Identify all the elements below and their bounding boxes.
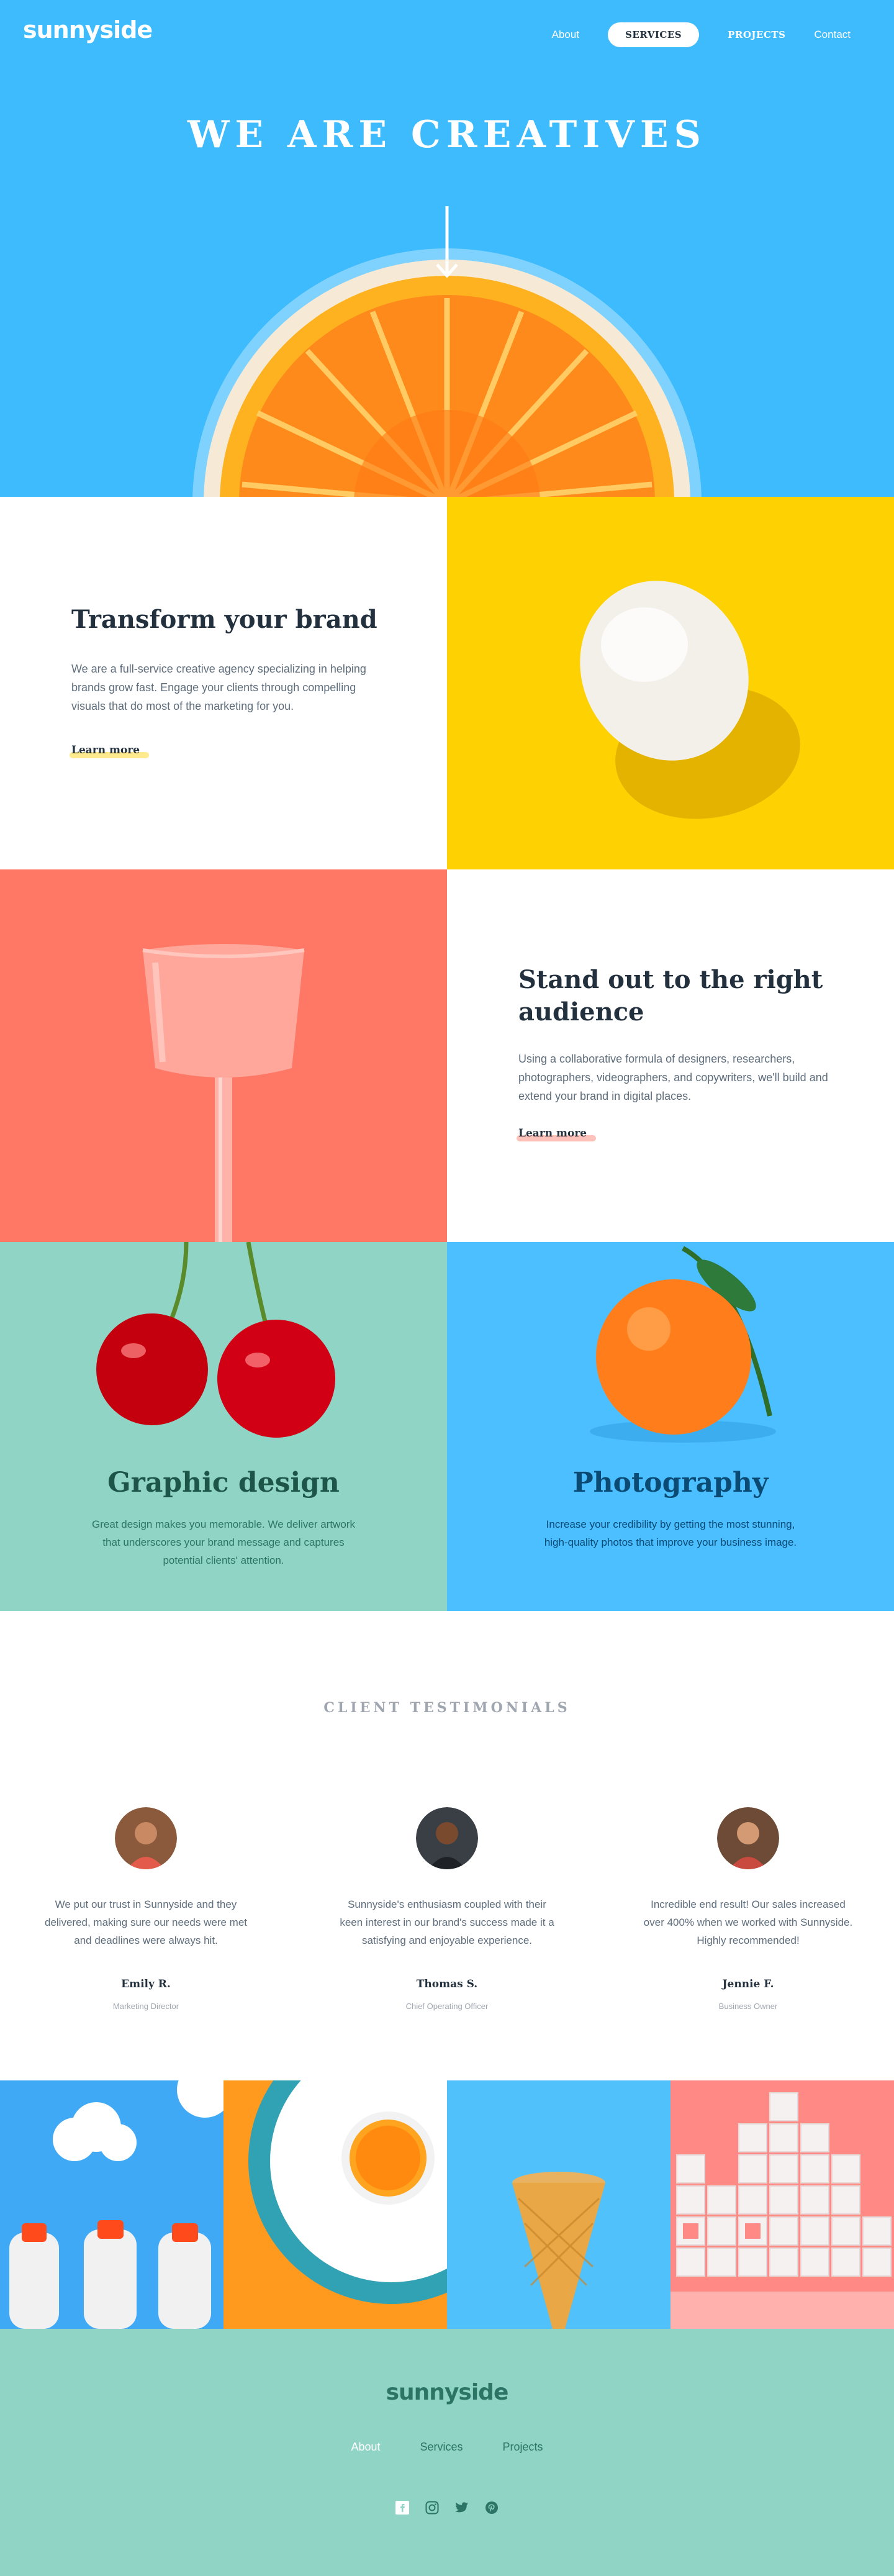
footer-logo[interactable]: sunnyside — [0, 2380, 894, 2405]
photography-card: Photography Increase your credibility by… — [447, 1242, 894, 1615]
photography-title: Photography — [572, 1467, 769, 1499]
gallery-sugar-cubes-image — [670, 2080, 894, 2329]
gallery — [0, 2080, 894, 2329]
learn-more-link[interactable]: Learn more — [71, 744, 140, 756]
testimonial-text: We put our trust in Sunnyside and they d… — [45, 1898, 247, 1946]
man-avatar-icon — [416, 1807, 478, 1869]
nav-link-contact[interactable]: Contact — [814, 29, 851, 41]
testimonial-card: Incredible end result! Our sales increas… — [639, 1807, 857, 2011]
footer-link-about[interactable]: About — [351, 2441, 380, 2454]
testimonial-name: Emily R. — [121, 1978, 171, 1990]
egg-image — [447, 497, 894, 869]
transform-brand-title: Transform your brand — [71, 605, 377, 634]
testimonial-name: Jennie F. — [722, 1978, 774, 1990]
footer-link-projects[interactable]: Projects — [503, 2441, 543, 2454]
stand-out-title: Stand out to the right audience — [518, 965, 823, 1027]
testimonial-role: Marketing Director — [112, 2002, 179, 2011]
testimonial-text: Incredible end result! Our sales increas… — [643, 1898, 853, 1946]
hero-title: WE ARE CREATIVES — [187, 113, 707, 156]
testimonial-card: Sunnyside's enthusiasm coupled with thei… — [338, 1807, 556, 2011]
social-links — [0, 2500, 894, 2515]
graphic-design-card: Graphic design Great design makes you me… — [0, 1242, 447, 1615]
twitter-icon[interactable] — [454, 2500, 469, 2515]
testimonial-card: We put our trust in Sunnyside and they d… — [37, 1807, 255, 2011]
glass-image — [0, 869, 447, 1242]
woman-avatar-icon — [115, 1807, 177, 1869]
graphic-design-text: Great design makes you memorable. We del… — [92, 1518, 355, 1566]
stand-out-text: Using a collaborative formula of designe… — [518, 1053, 828, 1102]
facebook-icon[interactable] — [395, 2500, 410, 2515]
nav-link-projects[interactable]: PROJECTS — [728, 29, 785, 40]
stand-out-section: Stand out to the right audience Using a … — [447, 869, 894, 1242]
nav-link-services[interactable]: SERVICES — [608, 22, 700, 47]
testimonial-text: Sunnyside's enthusiasm coupled with thei… — [340, 1898, 554, 1946]
gallery-ice-cream-cone-image — [447, 2080, 670, 2329]
transform-brand-text: We are a full-service creative agency sp… — [71, 663, 366, 712]
header-logo[interactable]: sunnyside — [23, 16, 153, 43]
testimonial-role: Chief Operating Officer — [405, 2002, 489, 2011]
hero-section: sunnyside About SERVICES PROJECTS Contac… — [0, 0, 894, 497]
photography-text: Increase your credibility by getting the… — [544, 1518, 797, 1548]
footer: sunnyside About Services Projects — [0, 2329, 894, 2576]
main-nav: About SERVICES PROJECTS Contact — [523, 22, 851, 47]
footer-nav: About Services Projects — [0, 2441, 894, 2454]
page: sunnyside About SERVICES PROJECTS Contac… — [0, 0, 894, 2576]
gallery-milk-bottles-image — [0, 2080, 224, 2329]
pinterest-icon[interactable] — [484, 2500, 499, 2515]
woman-avatar-icon — [717, 1807, 779, 1869]
footer-link-services[interactable]: Services — [420, 2441, 463, 2454]
testimonials-section: CLIENT TESTIMONIALS We put our trust in … — [0, 1611, 894, 2080]
testimonials-heading: CLIENT TESTIMONIALS — [323, 1700, 571, 1716]
gallery-orange-plate-image — [224, 2080, 447, 2329]
testimonial-name: Thomas S. — [416, 1978, 478, 1990]
instagram-icon[interactable] — [425, 2500, 440, 2515]
transform-brand-section: Transform your brand We are a full-servi… — [0, 497, 447, 869]
nav-link-about[interactable]: About — [552, 29, 579, 41]
learn-more-link[interactable]: Learn more — [518, 1127, 587, 1140]
graphic-design-title: Graphic design — [107, 1467, 340, 1499]
arrow-down-icon[interactable] — [435, 206, 459, 281]
testimonial-role: Business Owner — [718, 2002, 778, 2011]
